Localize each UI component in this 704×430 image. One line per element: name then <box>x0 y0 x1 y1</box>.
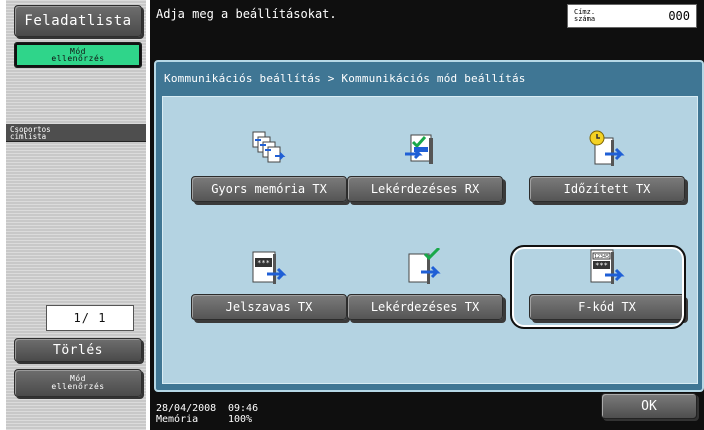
group-list-label-line2: címlista <box>10 132 47 141</box>
status-datetime: 28/04/2008 09:46 Memória 100% <box>156 403 258 425</box>
option-quick-memory-tx[interactable]: Gyors memória TX <box>191 130 347 214</box>
memory-value: 100% <box>228 414 253 425</box>
mode-check-label-line2: ellenőrzés <box>51 54 105 63</box>
polling-rx-button[interactable]: Lekérdezéses RX <box>347 176 503 202</box>
polling-rx-icon <box>405 134 433 164</box>
address-count-label: Címz. száma <box>574 9 595 23</box>
address-label-line2: száma <box>574 15 596 23</box>
option-polling-tx[interactable]: Lekérdezéses TX <box>347 248 503 332</box>
f-code-tx-button[interactable]: F-kód TX <box>529 294 685 320</box>
memory-label: Memória <box>156 414 199 425</box>
svg-text:***: *** <box>595 262 608 270</box>
job-list-button[interactable]: Feladatlista <box>14 5 142 37</box>
option-timer-tx[interactable]: Időzített TX <box>529 130 685 214</box>
mode-check-button[interactable]: Mód ellenőrzés <box>14 369 142 397</box>
option-polling-rx[interactable]: Lekérdezéses RX <box>347 130 503 214</box>
main-area: Adja meg a beállításokat. Címz. száma 00… <box>150 0 704 430</box>
option-password-tx[interactable]: *** Jelszavas TX <box>191 248 347 332</box>
option-grid: Gyors memória TX Lekérdezéses RX Időzíte… <box>162 96 698 384</box>
group-address-list-tab[interactable]: Csoportos címlista <box>6 124 146 142</box>
delete-button[interactable]: Törlés <box>14 338 142 362</box>
breadcrumb: Kommunikációs beállítás > Kommunikációs … <box>164 72 526 85</box>
polling-tx-icon <box>408 248 441 284</box>
svg-text:12345: 12345 <box>594 254 609 260</box>
timer-tx-button[interactable]: Időzített TX <box>529 176 685 202</box>
svg-text:***: *** <box>257 259 270 267</box>
mode-check-button-active[interactable]: Mód ellenőrzés <box>14 42 142 68</box>
left-panel: Feladatlista Mód ellenőrzés Csoportos cí… <box>6 0 146 430</box>
password-tx-button[interactable]: Jelszavas TX <box>191 294 347 320</box>
date-text: 28/04/2008 <box>156 403 217 414</box>
ok-button[interactable]: OK <box>601 393 697 419</box>
timer-tx-icon <box>589 130 625 166</box>
address-count-value: 000 <box>668 9 690 23</box>
option-f-code-tx[interactable]: 12345 *** F-kód TX <box>529 248 685 332</box>
page-counter: 1/ 1 <box>46 305 134 331</box>
settings-panel: Kommunikációs beállítás > Kommunikációs … <box>154 60 704 392</box>
quick-memory-tx-button[interactable]: Gyors memória TX <box>191 176 347 202</box>
time-text: 09:46 <box>228 403 259 414</box>
quick-memory-tx-icon <box>252 131 286 163</box>
instruction-text: Adja meg a beállításokat. <box>156 7 337 21</box>
f-code-tx-icon: 12345 *** <box>590 249 625 284</box>
password-tx-icon: *** <box>252 251 287 284</box>
polling-tx-button[interactable]: Lekérdezéses TX <box>347 294 503 320</box>
mode-check-bottom-line2: ellenőrzés <box>51 382 105 391</box>
address-count-box: Címz. száma 000 <box>567 4 697 28</box>
